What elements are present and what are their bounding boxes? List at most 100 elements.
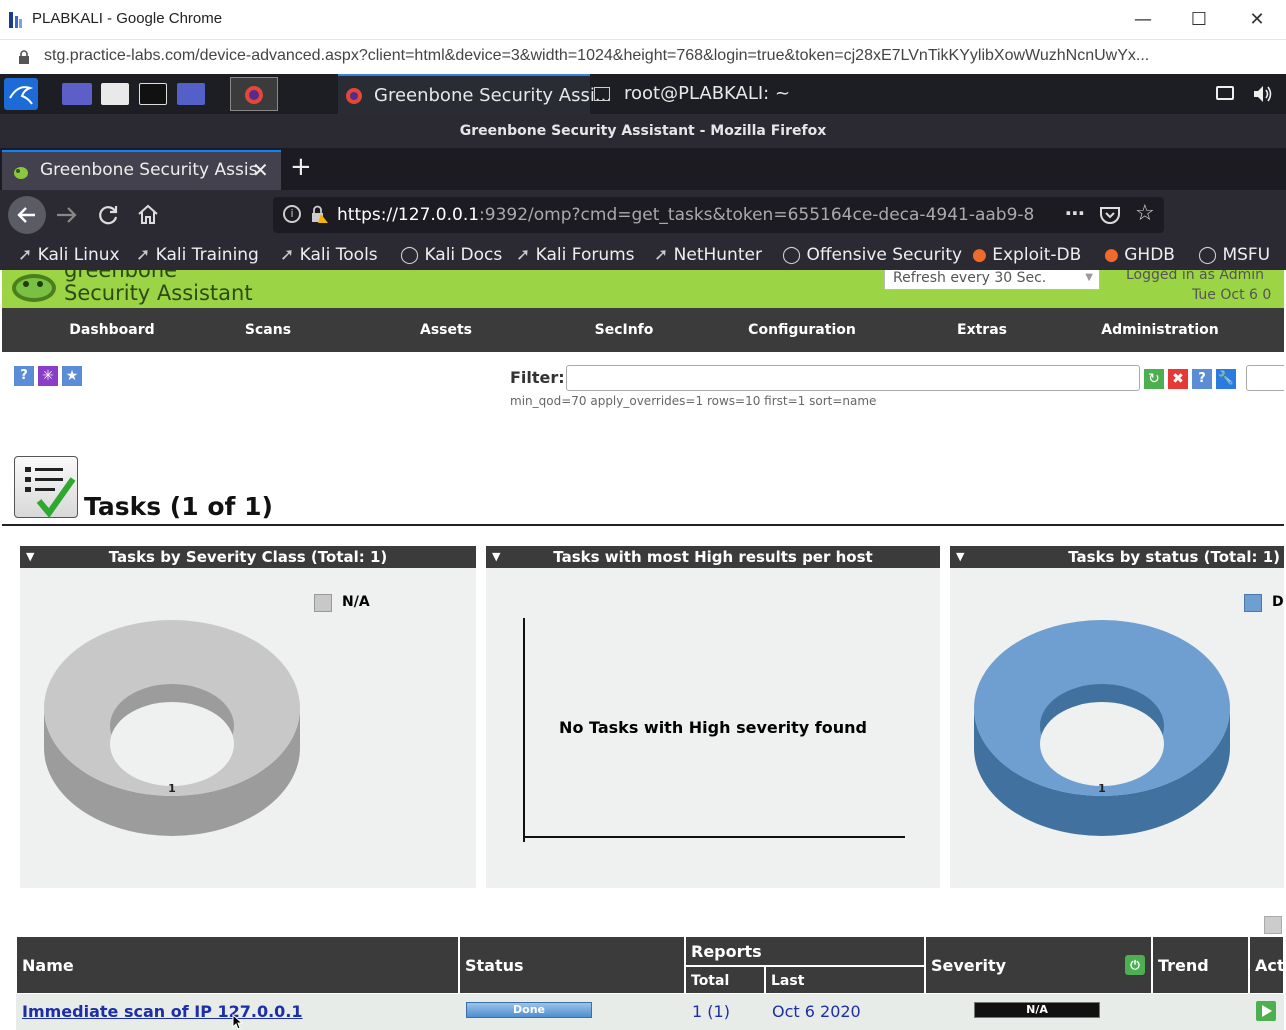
col-name[interactable]: Name [16,936,459,994]
bookmark-label: Kali Linux [37,245,120,265]
volume-icon[interactable] [1252,84,1274,108]
kali-bookmark-icon: ➚ [18,245,33,265]
col-trend[interactable]: Trend [1152,936,1249,994]
x-axis [523,836,905,838]
bookmark-kali-training[interactable]: ➚ Kali Training [136,243,259,267]
nav-assets[interactable]: Assets [406,308,486,352]
start-task-icon[interactable] [1256,1001,1276,1021]
firefox-url-bar[interactable]: i https://127.0.0.1:9392/omp?cmd=get_tas… [273,197,1164,233]
col-last-label: Last [771,973,805,989]
col-last[interactable]: Last [765,966,925,994]
filter-input[interactable] [566,365,1140,391]
files-icon[interactable] [101,83,129,105]
close-button[interactable]: ✕ [1245,8,1269,32]
bookmark-msfu[interactable]: ◯ MSFU [1198,243,1270,267]
bookmark-kali-tools[interactable]: ➚ Kali Tools [280,243,378,267]
refresh-select[interactable]: Refresh every 30 Sec. ▼ [884,270,1100,290]
bookmark-kali-linux[interactable]: ➚ Kali Linux [18,243,120,267]
bookmark-nethunter[interactable]: ➚ NetHunter [654,243,762,267]
nav-administration[interactable]: Administration [1098,308,1222,352]
logged-in-text: Logged in as Admin [1126,270,1264,283]
donut-hole [110,702,234,786]
bookmark-ghdb[interactable]: ● GHDB [1104,243,1175,267]
severity-label: N/A [1026,1003,1048,1016]
bookmark-label: GHDB [1124,245,1175,265]
severity-panel: 1 N/A [20,568,476,888]
status-label: Done [513,1003,545,1016]
bookmark-kali-docs[interactable]: ◯ Kali Docs [400,243,502,267]
bookmark-star-icon[interactable]: ☆ [1135,201,1155,226]
refresh-select-value: Refresh every 30 Sec. [893,270,1047,286]
header-date: Tue Oct 6 0 [1192,287,1272,303]
col-severity-label: Severity [931,956,1007,975]
col-status[interactable]: Status [459,936,685,994]
help-icon[interactable]: ? [14,366,34,386]
task-name-link[interactable]: Immediate scan of IP 127.0.0.1 [22,1002,303,1021]
tab-title: Greenbone Security Assis [40,160,258,180]
report-total-link[interactable]: 1 (1) [692,1002,730,1021]
new-tab-button[interactable]: + [290,152,312,182]
col-actions-label: Act [1255,956,1284,975]
col-severity[interactable]: Severity ⏻ [925,936,1152,994]
filter-label: Filter: [510,368,565,387]
bookmark-offensive-security[interactable]: ◯ Offensive Security [782,243,962,267]
display-icon[interactable] [1216,86,1234,100]
firefox-url[interactable]: https://127.0.0.1:9392/omp?cmd=get_tasks… [337,205,1034,225]
maximize-button[interactable]: ☐ [1187,8,1211,32]
tab-close-icon[interactable]: ✕ [252,158,269,182]
globe-icon: ◯ [1198,245,1218,265]
status-donut-chart: 1 [974,620,1230,836]
page-actions-icon[interactable]: ⋯ [1065,201,1085,225]
bookmark-exploit-db[interactable]: ● Exploit-DB [972,243,1081,267]
exploit-db-icon: ● [972,245,987,265]
col-status-label: Status [465,956,524,975]
nav-configuration[interactable]: Configuration [742,308,862,352]
back-button[interactable] [8,196,46,234]
first-page-icon[interactable] [1264,916,1282,934]
globe-icon: ◯ [400,245,420,265]
nav-secinfo[interactable]: SecInfo [584,308,664,352]
kali-menu-icon[interactable] [4,78,38,110]
terminal-icon[interactable] [139,83,167,105]
terminal-task-icon [594,87,610,101]
edit-filter-icon[interactable]: 🔧 [1216,369,1236,389]
status-panel: 1 D [950,568,1284,888]
globe-icon: ◯ [782,245,802,265]
filter-select[interactable] [1246,365,1284,391]
tab-greenbone[interactable]: Greenbone Security Assis ✕ [2,150,281,190]
new-task-icon[interactable]: ★ [62,366,82,386]
firefox-launcher-icon[interactable] [230,77,278,111]
high-panel-title: Tasks with most High results per host [553,548,873,566]
window-title: PLABKALI - Google Chrome [32,10,223,27]
screen-recorder-icon[interactable] [177,83,205,105]
remove-filter-icon[interactable]: ✖ [1168,369,1188,389]
new-task-wizard-icon[interactable]: ✳ [38,366,58,386]
high-panel: No Tasks with High severity found [486,568,940,888]
reload-button[interactable] [96,203,120,231]
col-total-label: Total [691,973,730,989]
kali-bookmark-icon: ➚ [280,245,295,265]
task-firefox[interactable]: Greenbone Security Assi... [338,74,612,114]
refresh-filter-icon[interactable]: ↻ [1144,369,1164,389]
severity-panel-title: Tasks by Severity Class (Total: 1) [108,548,388,566]
bookmark-kali-forums[interactable]: ➚ Kali Forums [516,243,635,267]
minimize-button[interactable]: — [1131,8,1155,32]
task-terminal[interactable]: root@PLABKALI: ~ [592,74,822,114]
override-toggle-icon[interactable]: ⏻ [1125,955,1145,975]
workspace-icon[interactable] [62,83,92,105]
collapse-icon[interactable]: ▼ [956,546,964,568]
col-total[interactable]: Total [685,966,765,994]
chrome-address-bar[interactable]: stg.practice-labs.com/device-advanced.as… [0,40,1286,74]
nav-scans[interactable]: Scans [228,308,308,352]
forward-button[interactable] [54,203,80,231]
filter-help-icon[interactable]: ? [1192,369,1212,389]
nav-extras[interactable]: Extras [942,308,1022,352]
pocket-icon[interactable] [1099,205,1121,229]
home-button[interactable] [136,203,160,231]
slice-label: 1 [168,782,176,795]
report-last-link[interactable]: Oct 6 2020 [772,1002,861,1021]
status-panel-title: Tasks by status (Total: 1) [1068,548,1280,566]
chrome-url-text[interactable]: stg.practice-labs.com/device-advanced.as… [44,47,1149,65]
nav-dashboard[interactable]: Dashboard [62,308,162,352]
info-icon[interactable]: i [283,205,301,223]
